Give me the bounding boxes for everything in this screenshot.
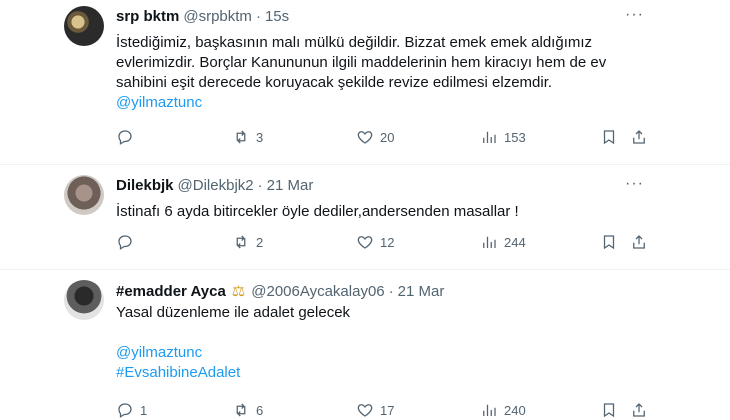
tweet-actions: 3 20 153 — [116, 128, 656, 148]
tweet[interactable]: srp bktm @srpbktm · 15s ··· İstediğimiz,… — [0, 0, 730, 164]
tweet-header: Dilekbjk @Dilekbjk2 · 21 Mar — [116, 177, 313, 194]
tweet-text: İstinafı 6 ayda bitircekler öyle dediler… — [116, 202, 636, 222]
bookmark-button[interactable] — [600, 401, 618, 419]
share-button[interactable] — [630, 128, 648, 146]
separator-dot: · — [257, 177, 263, 194]
reply-button[interactable] — [116, 233, 140, 251]
like-button[interactable]: 17 — [356, 401, 394, 419]
reply-icon — [118, 130, 132, 145]
share-icon — [633, 130, 645, 144]
hashtag-link[interactable]: #EvsahibineAdalet — [116, 363, 636, 383]
tweet-text-line: Yasal düzenleme ile adalet gelecek — [116, 304, 351, 321]
heart-icon — [357, 131, 373, 144]
tweet-text-line: sahibini eşit derecede koruyacak şekilde… — [116, 74, 553, 91]
heart-icon — [357, 404, 373, 417]
retweet-button[interactable]: 2 — [232, 233, 263, 251]
mention-link[interactable]: @yilmaztunc — [116, 93, 636, 113]
share-button[interactable] — [630, 233, 648, 251]
timestamp[interactable]: 15s — [265, 8, 289, 25]
tweet-text-line: İstinafı 6 ayda bitircekler öyle dediler… — [116, 203, 519, 220]
tweet-text: İstediğimiz, başkasının malı mülkü değil… — [116, 33, 636, 113]
tweet-header: srp bktm @srpbktm · 15s — [116, 8, 289, 25]
like-count: 17 — [380, 402, 395, 418]
display-name[interactable]: #emadder Ayca — [116, 283, 226, 300]
more-options-icon[interactable]: ··· — [625, 175, 644, 193]
bookmark-button[interactable] — [600, 233, 618, 251]
bookmark-button[interactable] — [600, 128, 618, 146]
reply-button[interactable] — [116, 128, 140, 146]
user-handle[interactable]: @2006Aycakalay06 — [251, 283, 384, 300]
reply-count: 1 — [140, 402, 148, 418]
tweet-actions: 2 12 244 — [116, 233, 656, 253]
retweet-count: 3 — [256, 129, 264, 145]
retweet-count: 6 — [256, 402, 264, 418]
bookmark-icon — [603, 235, 615, 250]
bookmark-icon — [603, 130, 615, 145]
like-count: 12 — [380, 234, 395, 250]
view-count: 240 — [504, 402, 526, 418]
share-icon — [633, 235, 645, 249]
views-button[interactable]: 153 — [480, 128, 526, 146]
avatar[interactable] — [64, 6, 104, 46]
share-button[interactable] — [630, 401, 648, 419]
retweet-count: 2 — [256, 234, 264, 250]
like-count: 20 — [380, 129, 395, 145]
user-handle[interactable]: @srpbktm — [183, 8, 252, 25]
timestamp[interactable]: 21 Mar — [267, 177, 314, 194]
retweet-button[interactable]: 6 — [232, 401, 263, 419]
tweet-header: #emadder Ayca ⚖ @2006Aycakalay06 · 21 Ma… — [116, 282, 444, 300]
separator-dot: · — [388, 283, 394, 300]
retweet-button[interactable]: 3 — [232, 128, 263, 146]
separator-dot: · — [255, 8, 261, 25]
reply-icon — [118, 235, 132, 250]
avatar[interactable] — [64, 280, 104, 320]
share-icon — [633, 403, 645, 417]
views-icon — [483, 131, 496, 143]
reply-button[interactable]: 1 — [116, 401, 147, 419]
scales-icon: ⚖ — [231, 283, 246, 300]
user-handle[interactable]: @Dilekbjk2 — [178, 177, 254, 194]
heart-icon — [357, 236, 373, 249]
like-button[interactable]: 20 — [356, 128, 394, 146]
retweet-icon — [236, 130, 246, 144]
reply-icon — [118, 403, 132, 418]
timestamp[interactable]: 21 Mar — [398, 283, 445, 300]
avatar[interactable] — [64, 175, 104, 215]
more-options-icon[interactable]: ··· — [625, 6, 644, 24]
views-button[interactable]: 244 — [480, 233, 526, 251]
mention-link[interactable]: @yilmaztunc — [116, 343, 636, 363]
tweet-actions: 1 6 17 240 — [116, 401, 656, 420]
views-button[interactable]: 240 — [480, 401, 526, 419]
view-count: 153 — [504, 129, 526, 145]
bookmark-icon — [603, 403, 615, 418]
display-name[interactable]: Dilekbjk — [116, 177, 174, 194]
views-icon — [483, 404, 496, 416]
tweet-text-line: İstediğimiz, başkasının malı mülkü değil… — [116, 34, 593, 51]
retweet-icon — [236, 403, 246, 417]
view-count: 244 — [504, 234, 526, 250]
retweet-icon — [236, 235, 246, 249]
tweet-text-line: evlerimizdir. Borçlar Kanununun ilgili m… — [116, 54, 607, 71]
views-icon — [483, 236, 496, 248]
tweet[interactable]: Dilekbjk @Dilekbjk2 · 21 Mar ··· İstinaf… — [0, 165, 730, 269]
tweet[interactable]: #emadder Ayca ⚖ @2006Aycakalay06 · 21 Ma… — [0, 270, 730, 420]
like-button[interactable]: 12 — [356, 233, 394, 251]
tweet-text: Yasal düzenleme ile adalet gelecek @yilm… — [116, 303, 636, 383]
display-name[interactable]: srp bktm — [116, 8, 179, 25]
